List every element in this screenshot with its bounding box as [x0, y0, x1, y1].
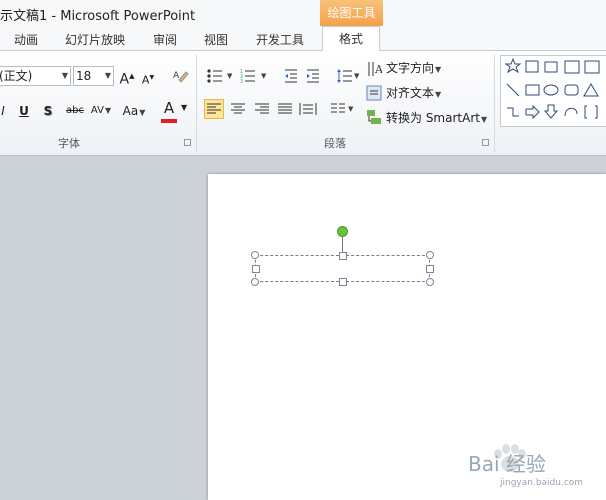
bullets-icon[interactable]: ▼ [206, 68, 236, 84]
font-color-button[interactable]: A [162, 98, 176, 118]
watermark-subtext: jingyan.baidu.com [500, 478, 584, 488]
increase-indent-icon[interactable] [305, 68, 321, 84]
align-text-button[interactable]: 对齐文本▼ [386, 83, 448, 103]
align-right-icon[interactable] [254, 103, 270, 115]
character-spacing-button[interactable]: AV▼ [90, 101, 112, 121]
font-color-swatch [161, 119, 177, 123]
shrink-font-button[interactable]: A▼ [140, 68, 156, 88]
brace-shape-icon [584, 105, 598, 119]
underline-button[interactable]: U [16, 101, 32, 121]
text-direction-label: 文字方向 [386, 61, 435, 75]
character-spacing-label: AV [90, 105, 104, 116]
rounded-rect-shape-icon [564, 84, 579, 96]
svg-text:▼: ▼ [348, 105, 354, 113]
change-case-button[interactable]: Aa▼ [120, 101, 148, 121]
line-shape-icon [506, 83, 520, 97]
justify-icon[interactable] [277, 103, 293, 115]
oval-shape-icon [543, 84, 559, 96]
clear-formatting-icon[interactable]: A [170, 66, 190, 86]
window-title: 示文稿1 - Microsoft PowerPoint [0, 9, 196, 24]
line-spacing-icon[interactable]: ▼ [336, 68, 362, 84]
curved-shape-icon [564, 107, 578, 117]
font-name-combo[interactable]: (正文) ▼ [0, 66, 71, 86]
scroll-shape-icon [525, 60, 539, 73]
tab-view[interactable]: 视图 [204, 31, 228, 48]
chevron-down-icon: ▼ [104, 71, 111, 80]
title-bar: 示文稿1 - Microsoft PowerPoint 绘图工具 [0, 0, 606, 26]
align-text-label: 对齐文本 [386, 86, 435, 100]
triangle-shape-icon [583, 83, 599, 97]
tab-review[interactable]: 审阅 [153, 31, 177, 48]
resize-handle-bottom-left[interactable] [251, 278, 259, 286]
rectangle-shape-icon [525, 84, 540, 96]
shapes-gallery[interactable] [500, 55, 606, 127]
change-case-label: Aa [122, 104, 139, 118]
resize-handle-top-left[interactable] [251, 251, 259, 259]
align-left-icon[interactable] [206, 103, 222, 115]
svg-text:▼: ▼ [354, 72, 360, 80]
tab-animations[interactable]: 动画 [14, 31, 38, 48]
group-separator [494, 55, 495, 153]
resize-handle-bottom[interactable] [339, 278, 347, 286]
resize-handle-bottom-right[interactable] [426, 278, 434, 286]
tab-developer[interactable]: 开发工具 [256, 31, 304, 48]
ribbon-tab-row: 动画 幻灯片放映 审阅 视图 开发工具 [0, 26, 606, 51]
chevron-down-icon[interactable]: ▼ [181, 103, 187, 112]
right-arrow-shape-icon [525, 104, 540, 120]
ribbon: (正文) ▼ 18 ▼ A▲ A▼ A I U S abc AV▼ Aa▼ A … [0, 51, 606, 156]
star-shape-icon [504, 57, 522, 74]
down-arrow-shape-icon [543, 104, 559, 119]
svg-text:▼: ▼ [227, 72, 233, 80]
text-direction-icon[interactable]: A [366, 61, 384, 77]
text-direction-button[interactable]: 文字方向▼ [386, 58, 448, 78]
watermark-text: Bai 经验 [468, 452, 546, 476]
font-dialog-launcher-icon[interactable] [184, 139, 191, 146]
align-center-icon[interactable] [230, 103, 246, 115]
shadow-button[interactable]: S [40, 101, 56, 121]
svg-text:▼: ▼ [261, 72, 267, 80]
strikethrough-button[interactable]: abc [64, 101, 86, 121]
group-separator [196, 55, 197, 153]
chevron-down-icon: ▼ [61, 71, 68, 80]
convert-smartart-button[interactable]: 转换为 SmartArt▼ [386, 108, 490, 128]
rotation-handle[interactable] [337, 226, 348, 237]
svg-text:A: A [374, 63, 382, 76]
wave-shape-icon [544, 61, 558, 73]
font-group-label: 字体 [58, 137, 80, 150]
decrease-indent-icon[interactable] [283, 68, 299, 84]
columns-icon[interactable]: ▼ [330, 102, 356, 116]
paragraph-dialog-launcher-icon[interactable] [482, 139, 489, 146]
smartart-icon[interactable] [366, 109, 382, 125]
resize-handle-top-right[interactable] [426, 251, 434, 259]
grow-font-button[interactable]: A▲ [118, 66, 136, 88]
font-name-value: (正文) [0, 69, 33, 83]
resize-handle-top[interactable] [339, 252, 347, 260]
elbow-connector-shape-icon [507, 107, 519, 117]
resize-handle-right[interactable] [426, 265, 434, 273]
italic-button[interactable]: I [0, 101, 8, 121]
svg-text:3: 3 [240, 79, 243, 84]
textbox-shape-icon [564, 60, 580, 74]
distributed-align-icon[interactable] [299, 102, 317, 116]
tab-slideshow[interactable]: 幻灯片放映 [65, 31, 125, 48]
vertical-textbox-shape-icon [584, 60, 600, 74]
grow-font-label: A [119, 71, 130, 88]
font-color-label: A [163, 99, 175, 117]
font-size-combo[interactable]: 18 ▼ [73, 66, 114, 86]
paragraph-group-label: 段落 [324, 137, 346, 150]
convert-smartart-label: 转换为 SmartArt [386, 111, 480, 125]
resize-handle-left[interactable] [252, 265, 260, 273]
drawing-tools-context-label: 绘图工具 [320, 0, 383, 26]
numbering-icon[interactable]: 1 2 3 ▼ [240, 68, 270, 85]
tab-format[interactable]: 格式 [322, 26, 380, 51]
align-text-icon[interactable] [366, 85, 382, 101]
font-size-value: 18 [76, 69, 92, 83]
